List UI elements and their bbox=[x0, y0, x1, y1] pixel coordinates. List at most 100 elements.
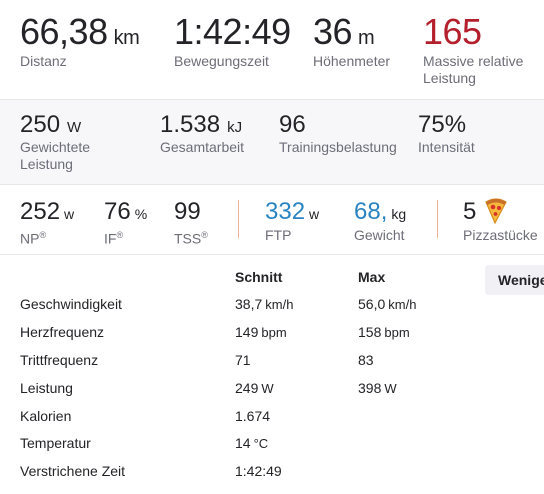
weight-value[interactable]: 68, bbox=[354, 198, 387, 225]
row-label: Temperatur bbox=[20, 435, 91, 451]
training-load-stat: 96 bbox=[279, 112, 306, 138]
pizza-icon bbox=[484, 196, 508, 229]
total-work-label: Gesamtarbeit bbox=[160, 139, 245, 155]
weighted-power-label: Gewichtete Leistung bbox=[20, 139, 90, 173]
row-avg: 249 W bbox=[235, 380, 274, 396]
ftp-label: FTP bbox=[265, 227, 292, 243]
row-label: Herzfrequenz bbox=[20, 324, 105, 340]
weighted-power-label-line2: Leistung bbox=[20, 156, 73, 172]
tss-label: TSS® bbox=[174, 227, 208, 247]
row-label: Leistung bbox=[20, 380, 73, 396]
total-work-value: 1.538 bbox=[160, 111, 221, 138]
np-unit: w bbox=[64, 206, 75, 222]
weight-stat[interactable]: 68, kg bbox=[354, 199, 406, 227]
row-avg-unit: km/h bbox=[265, 297, 294, 312]
row-avg: 71 bbox=[235, 352, 251, 368]
row-max: 56,0 km/h bbox=[358, 296, 416, 312]
row-avg-value: 1:42:49 bbox=[235, 463, 282, 479]
row-max-value: 158 bbox=[358, 324, 382, 340]
row-avg: 14 °C bbox=[235, 435, 268, 451]
moving-time-stat: 1:42:49 bbox=[174, 14, 291, 50]
row-max-unit: W bbox=[384, 381, 397, 396]
distance-label: Distanz bbox=[20, 53, 67, 69]
row-avg-value: 14 bbox=[235, 435, 251, 451]
row-max: 158 bpm bbox=[358, 324, 410, 340]
row-avg-unit: °C bbox=[253, 436, 269, 451]
row-max-value: 56,0 bbox=[358, 296, 386, 312]
distance-value: 66,38 bbox=[20, 11, 108, 52]
section-divider bbox=[0, 254, 544, 255]
if-label-text: IF bbox=[104, 230, 117, 247]
relative-effort-value[interactable]: 165 bbox=[423, 11, 482, 52]
weighted-power-unit: W bbox=[67, 119, 82, 136]
np-stat: 252 w bbox=[20, 199, 74, 227]
metrics-divider-2 bbox=[437, 200, 438, 238]
if-label: IF® bbox=[104, 227, 123, 247]
row-avg: 1.674 bbox=[235, 408, 270, 424]
col-header-avg: Schnitt bbox=[235, 269, 283, 285]
row-max: 398 W bbox=[358, 380, 397, 396]
row-max-value: 398 bbox=[358, 380, 382, 396]
pizza-label: Pizzastücke bbox=[463, 227, 538, 243]
pizza-stat: 5 bbox=[463, 199, 476, 225]
weight-label: Gewicht bbox=[354, 227, 405, 243]
elevation-unit: m bbox=[358, 27, 375, 49]
row-avg: 1:42:49 bbox=[235, 463, 282, 479]
relative-effort-stat[interactable]: 165 bbox=[423, 14, 482, 50]
row-avg-value: 1.674 bbox=[235, 408, 271, 424]
weighted-power-stat: 250 W bbox=[20, 112, 81, 141]
np-value: 252 bbox=[20, 198, 61, 225]
intensity-value: 75% bbox=[418, 111, 467, 138]
ftp-stat[interactable]: 332 w bbox=[265, 199, 319, 227]
row-label: Trittfrequenz bbox=[20, 352, 99, 368]
intensity-stat: 75% bbox=[418, 112, 466, 138]
intensity-label: Intensität bbox=[418, 139, 475, 155]
elevation-label: Höhenmeter bbox=[313, 53, 391, 69]
col-header-max: Max bbox=[358, 269, 386, 285]
if-stat: 76% bbox=[104, 199, 147, 227]
total-work-unit: kJ bbox=[227, 119, 243, 136]
row-label: Kalorien bbox=[20, 408, 72, 424]
tss-registered: ® bbox=[201, 230, 208, 240]
pizza-value: 5 bbox=[463, 198, 477, 225]
ftp-unit: w bbox=[309, 206, 320, 222]
tss-value: 99 bbox=[174, 198, 201, 225]
row-avg-value: 38,7 bbox=[235, 296, 263, 312]
row-avg-unit: W bbox=[261, 381, 274, 396]
metrics-divider-1 bbox=[238, 200, 239, 238]
total-work-stat: 1.538 kJ bbox=[160, 112, 242, 141]
relative-effort-label: Massive relative Leistung bbox=[423, 53, 523, 87]
tss-stat: 99 bbox=[174, 199, 201, 225]
weighted-power-value: 250 bbox=[20, 111, 61, 138]
relative-effort-label-line2: Leistung bbox=[423, 70, 476, 86]
training-load-label: Trainingsbelastung bbox=[279, 139, 397, 155]
row-avg-unit: bpm bbox=[261, 325, 287, 340]
row-max-unit: bpm bbox=[384, 325, 410, 340]
row-avg: 149 bpm bbox=[235, 324, 287, 340]
weight-unit: kg bbox=[391, 206, 407, 222]
if-registered: ® bbox=[116, 230, 124, 240]
row-label: Geschwindigkeit bbox=[20, 296, 122, 312]
np-registered: ® bbox=[39, 230, 47, 240]
tss-label-text: TSS bbox=[174, 230, 202, 247]
weighted-power-label-line1: Gewichtete bbox=[20, 139, 91, 155]
if-value: 76 bbox=[104, 198, 131, 225]
row-avg: 38,7 km/h bbox=[235, 296, 293, 312]
row-max-unit: km/h bbox=[388, 297, 417, 312]
relative-effort-label-line1: Massive relative bbox=[423, 53, 524, 69]
distance-stat: 66,38 km bbox=[20, 11, 140, 56]
np-label: NP® bbox=[20, 227, 46, 247]
elevation-stat: 36 m bbox=[313, 11, 375, 56]
show-less-button[interactable]: Wenige bbox=[485, 265, 544, 295]
training-load-value: 96 bbox=[279, 111, 306, 138]
ftp-value[interactable]: 332 bbox=[265, 198, 305, 225]
row-avg-value: 71 bbox=[235, 352, 251, 368]
row-max: 83 bbox=[358, 352, 374, 368]
elevation-value: 36 bbox=[313, 11, 353, 52]
np-label-text: NP bbox=[20, 230, 40, 247]
moving-time-label: Bewegungszeit bbox=[174, 53, 269, 69]
row-label: Verstrichene Zeit bbox=[20, 463, 126, 479]
row-max-value: 83 bbox=[358, 352, 374, 368]
row-avg-value: 249 bbox=[235, 380, 259, 396]
row-avg-value: 149 bbox=[235, 324, 259, 340]
